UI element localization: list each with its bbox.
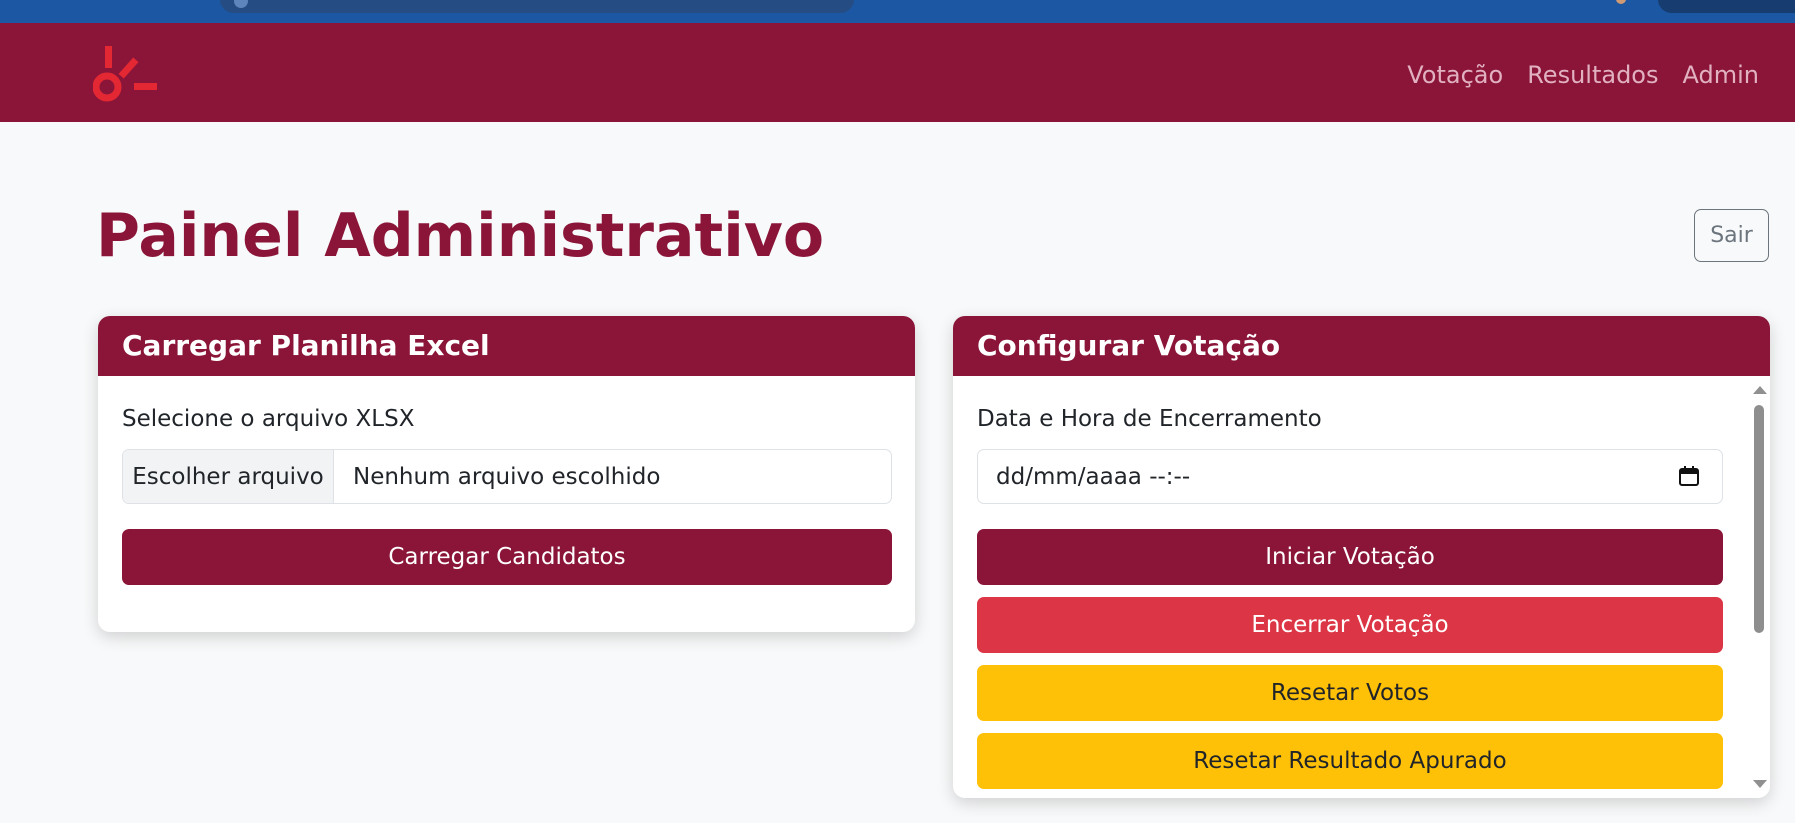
config-card: Configurar Votação Data e Hora de Encerr…	[953, 316, 1770, 798]
extension-icon[interactable]	[1616, 0, 1626, 4]
file-input[interactable]: Escolher arquivo Nenhum arquivo escolhid…	[122, 449, 892, 504]
nav-link-admin[interactable]: Admin	[1683, 60, 1760, 90]
nav-link-resultados[interactable]: Resultados	[1527, 60, 1658, 90]
upload-card-header: Carregar Planilha Excel	[98, 316, 915, 376]
scroll-thumb[interactable]	[1754, 405, 1764, 633]
calendar-icon[interactable]	[1678, 465, 1700, 487]
reset-votes-button[interactable]: Resetar Votos	[977, 665, 1723, 721]
end-vote-button[interactable]: Encerrar Votação	[977, 597, 1723, 653]
navbar: Votação Resultados Admin	[0, 23, 1795, 122]
logout-button[interactable]: Sair	[1694, 209, 1769, 262]
end-datetime-input[interactable]: dd/mm/aaaa --:--	[977, 449, 1723, 504]
scroll-up-icon[interactable]	[1753, 386, 1767, 394]
end-datetime-label: Data e Hora de Encerramento	[977, 406, 1322, 432]
file-label: Selecione o arquivo XLSX	[122, 406, 415, 432]
page-title: Painel Administrativo	[96, 201, 825, 271]
browser-toolbar	[0, 0, 1795, 24]
reset-result-button[interactable]: Resetar Resultado Apurado	[977, 733, 1723, 789]
config-card-header: Configurar Votação	[953, 316, 1770, 376]
scroll-down-icon[interactable]	[1753, 780, 1767, 788]
site-info-icon[interactable]	[234, 0, 248, 8]
nav-links: Votação Resultados Admin	[1407, 60, 1759, 90]
start-vote-button[interactable]: Iniciar Votação	[977, 529, 1723, 585]
file-name-text: Nenhum arquivo escolhido	[353, 463, 661, 490]
address-bar[interactable]	[220, 0, 854, 13]
load-candidates-button[interactable]: Carregar Candidatos	[122, 529, 892, 585]
logo-icon[interactable]	[93, 42, 163, 108]
profile-button[interactable]	[1658, 0, 1795, 13]
choose-file-button[interactable]: Escolher arquivo	[123, 450, 334, 503]
nav-link-votacao[interactable]: Votação	[1407, 60, 1503, 90]
datetime-value: dd/mm/aaaa --:--	[996, 463, 1191, 490]
card-scrollbar[interactable]	[1748, 376, 1770, 798]
upload-card: Carregar Planilha Excel Selecione o arqu…	[98, 316, 915, 632]
